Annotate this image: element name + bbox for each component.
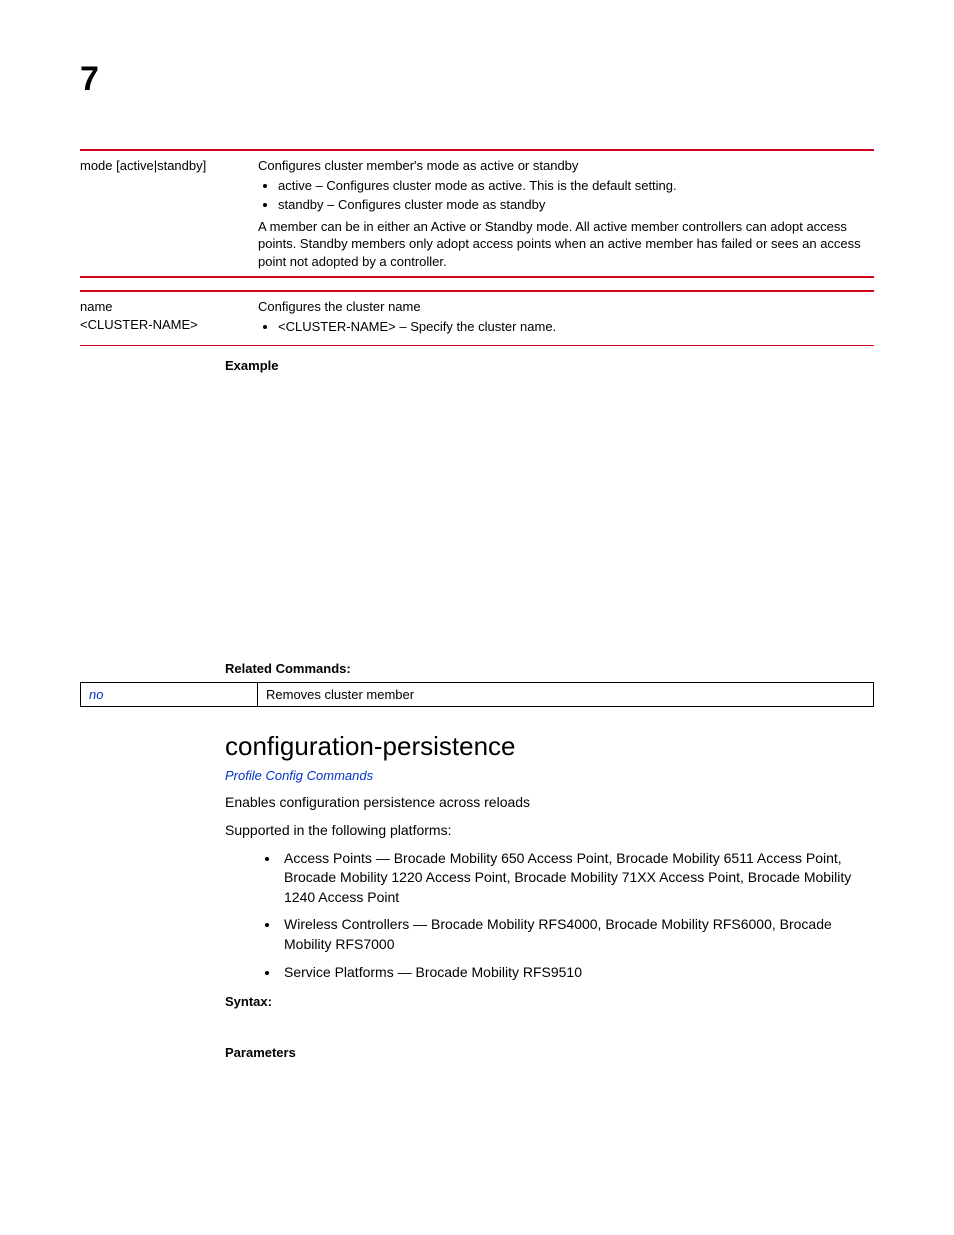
document-page: 7 mode [active|standby] Configures clust… bbox=[0, 0, 954, 1106]
param-option: standby – Configures cluster mode as sta… bbox=[278, 196, 866, 214]
param-term: name <CLUSTER-NAME> bbox=[80, 291, 258, 346]
related-commands-table: no Removes cluster member bbox=[80, 682, 874, 707]
platform-item: Access Points — Brocade Mobility 650 Acc… bbox=[280, 849, 874, 908]
parameter-table-mode: mode [active|standby] Configures cluster… bbox=[80, 149, 874, 278]
platforms-list: Access Points — Brocade Mobility 650 Acc… bbox=[225, 849, 874, 983]
related-commands-label: Related Commands: bbox=[225, 661, 874, 676]
section-heading: configuration-persistence bbox=[225, 731, 874, 762]
param-option: active – Configures cluster mode as acti… bbox=[278, 177, 866, 195]
param-term-line: <CLUSTER-NAME> bbox=[80, 316, 250, 334]
chapter-number: 7 bbox=[80, 60, 874, 99]
example-label: Example bbox=[225, 358, 874, 373]
syntax-content-placeholder bbox=[225, 1015, 874, 1033]
parameters-label: Parameters bbox=[225, 1045, 874, 1060]
related-command-desc: Removes cluster member bbox=[258, 683, 874, 707]
param-intro: Configures the cluster name bbox=[258, 298, 866, 316]
supported-platforms-intro: Supported in the following platforms: bbox=[225, 821, 874, 841]
example-content-placeholder bbox=[225, 379, 874, 649]
param-description: Configures cluster member's mode as acti… bbox=[258, 150, 874, 277]
platform-item: Service Platforms — Brocade Mobility RFS… bbox=[280, 963, 874, 983]
param-term: mode [active|standby] bbox=[80, 150, 258, 277]
param-options-list: active – Configures cluster mode as acti… bbox=[258, 177, 866, 214]
parameter-table-name: name <CLUSTER-NAME> Configures the clust… bbox=[80, 290, 874, 346]
param-description: Configures the cluster name <CLUSTER-NAM… bbox=[258, 291, 874, 346]
param-option: <CLUSTER-NAME> – Specify the cluster nam… bbox=[278, 318, 866, 336]
syntax-label: Syntax: bbox=[225, 994, 874, 1009]
param-note: A member can be in either an Active or S… bbox=[258, 218, 866, 271]
param-options-list: <CLUSTER-NAME> – Specify the cluster nam… bbox=[258, 318, 866, 336]
related-command-link[interactable]: no bbox=[81, 683, 258, 707]
param-term-line: name bbox=[80, 298, 250, 316]
param-intro: Configures cluster member's mode as acti… bbox=[258, 157, 866, 175]
section-description: Enables configuration persistence across… bbox=[225, 793, 874, 813]
profile-config-commands-link[interactable]: Profile Config Commands bbox=[225, 768, 874, 783]
platform-item: Wireless Controllers — Brocade Mobility … bbox=[280, 915, 874, 954]
